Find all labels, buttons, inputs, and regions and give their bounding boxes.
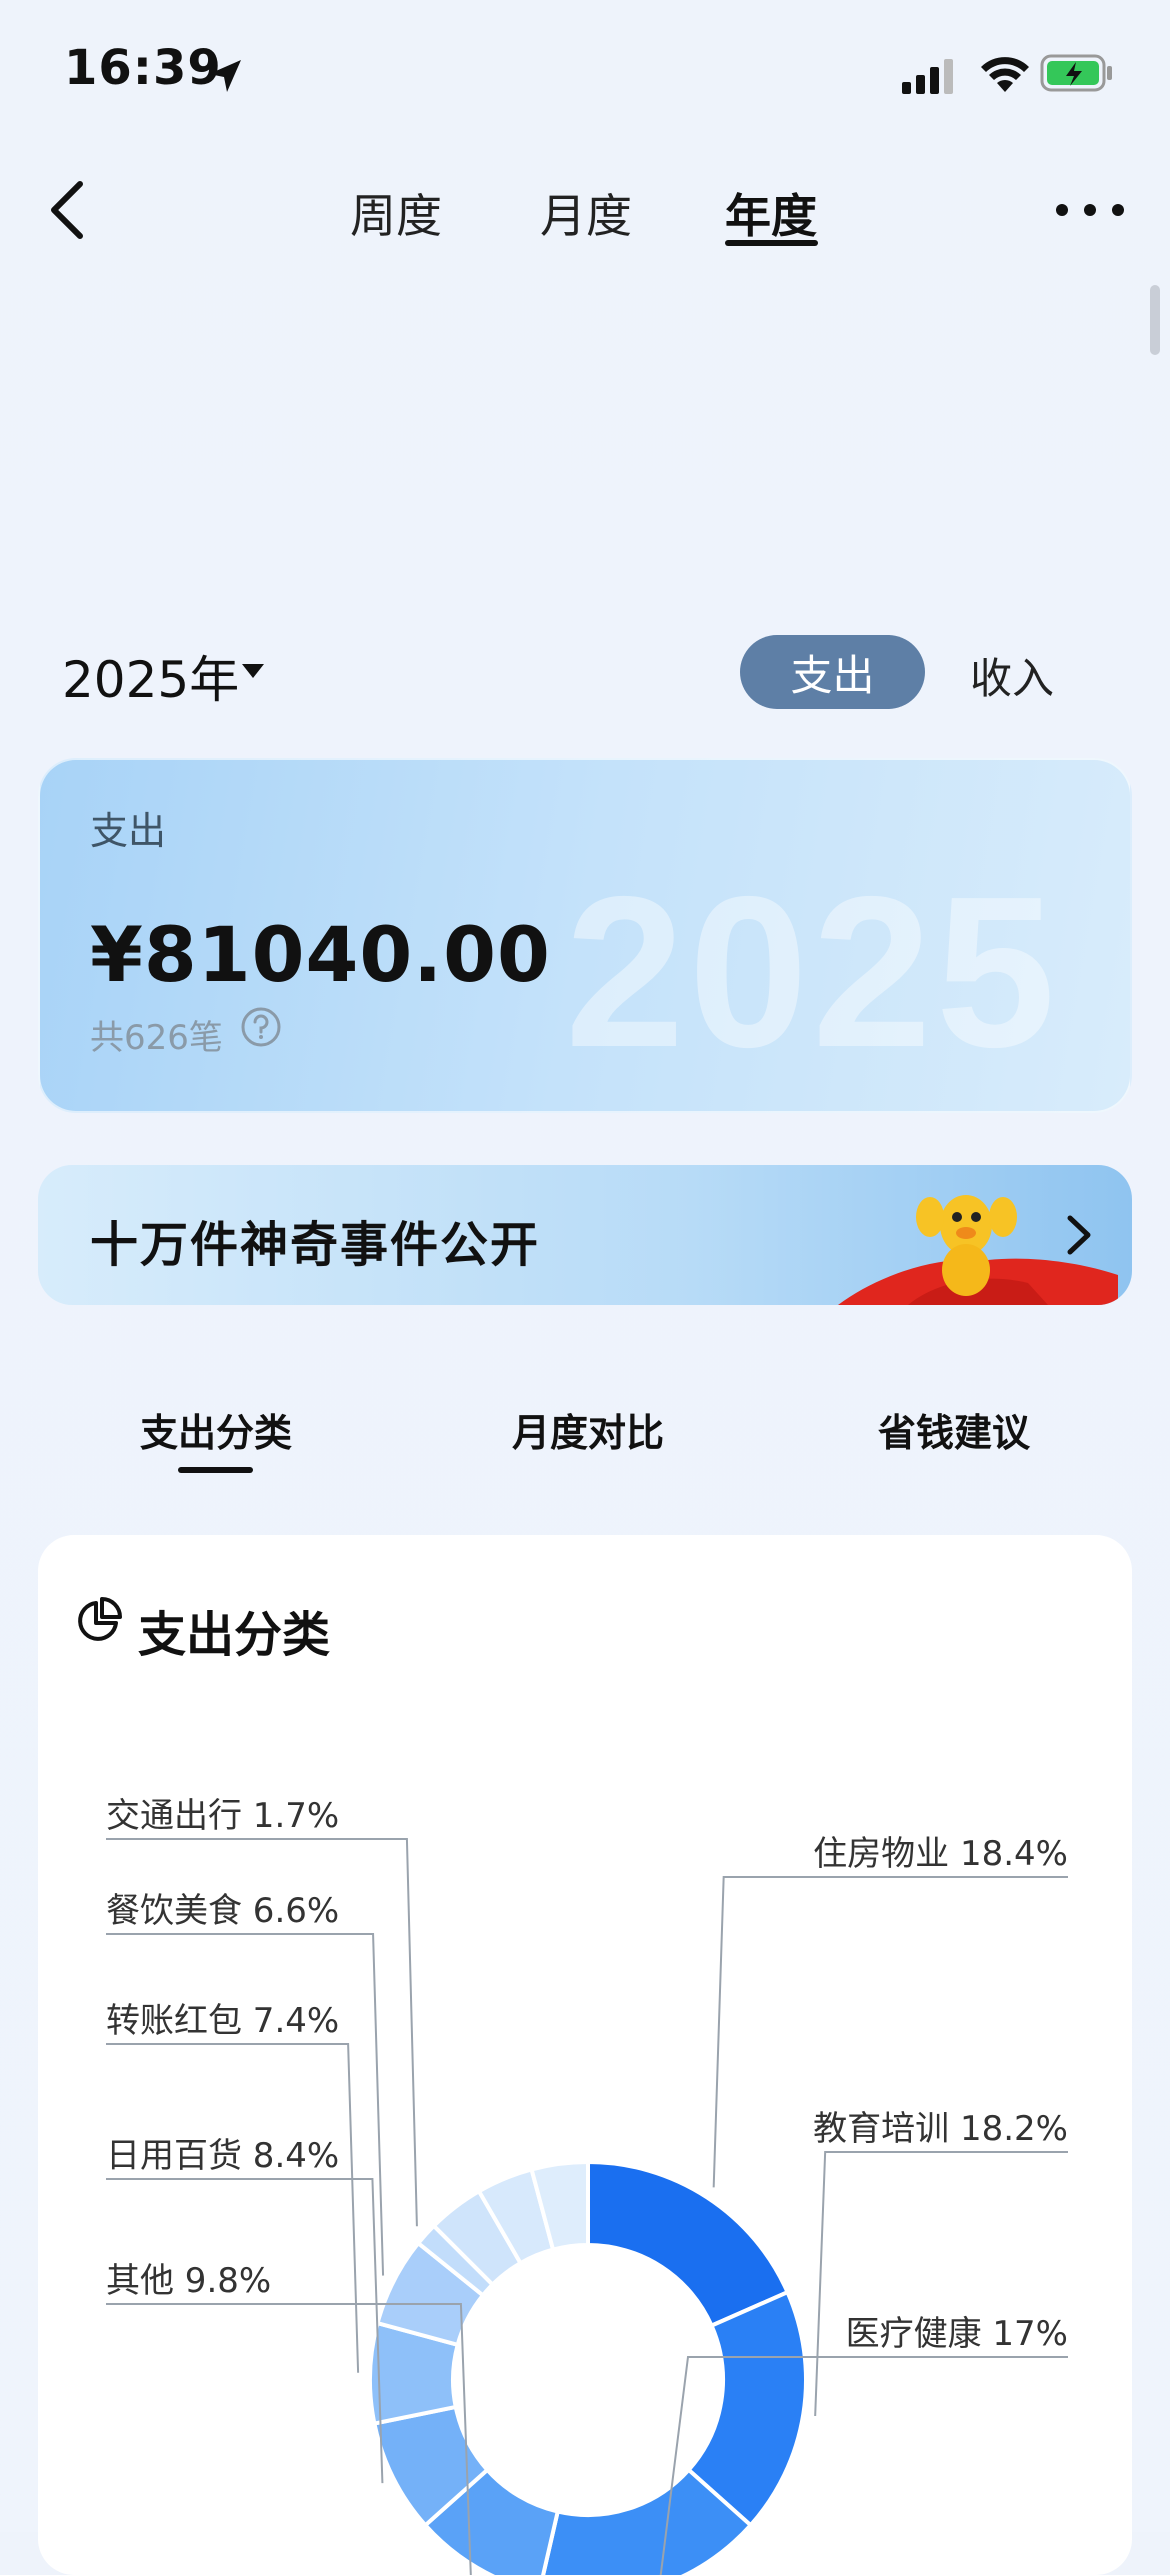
section-tab-indicator: [178, 1467, 253, 1473]
tab-saving-tips[interactable]: 省钱建议: [878, 1402, 1030, 1457]
back-button[interactable]: [40, 170, 100, 250]
expense-donut-chart: 住房物业 18.4% 教育培训 18.2% 医疗健康 17% 其他 9.8% 日用百货 …: [106, 1796, 1068, 2575]
location-arrow-icon: [209, 60, 241, 92]
transaction-count: 共626笔: [90, 1018, 223, 1058]
tab-year[interactable]: 年度: [725, 180, 817, 246]
card-background-year: 2025: [565, 851, 1060, 1092]
battery-charging-icon: [1040, 54, 1112, 92]
expense-summary-card: 2025 支出 ¥81040.00 共626笔: [38, 758, 1132, 1113]
chart-leader-line: [106, 2043, 360, 2373]
year-selector[interactable]: 2025年: [62, 640, 239, 712]
chart-data-label: 日用百货 8.4%: [106, 2136, 339, 2176]
chart-data-label: 交通出行 1.7%: [106, 1796, 339, 1836]
expense-toggle-button[interactable]: 支出: [740, 635, 925, 709]
chart-leader-line: [106, 2178, 384, 2484]
chart-data-label: 住房物业 18.4%: [813, 1834, 1068, 1874]
tab-expense-category[interactable]: 支出分类: [140, 1402, 292, 1457]
active-tab-indicator: [725, 240, 818, 246]
chart-data-label: 医疗健康 17%: [846, 2314, 1068, 2354]
promo-banner[interactable]: 十万件神奇事件公开: [38, 1165, 1132, 1305]
wifi-icon: [981, 57, 1029, 92]
scrollbar[interactable]: [1150, 285, 1160, 355]
more-options-button[interactable]: [1050, 190, 1130, 230]
help-icon[interactable]: [240, 1006, 282, 1048]
summary-label: 支出: [90, 809, 167, 853]
chart-leader-line: [106, 1933, 385, 2276]
total-expense-amount: ¥81040.00: [90, 910, 551, 999]
chart-data-label: 餐饮美食 6.6%: [106, 1891, 339, 1931]
income-toggle-button[interactable]: 收入: [970, 645, 1054, 706]
tab-week[interactable]: 周度: [350, 180, 442, 246]
tab-month[interactable]: 月度: [540, 180, 632, 246]
cellular-signal-icon: [902, 59, 953, 94]
status-time: 16:39: [64, 40, 222, 96]
donut-slice[interactable]: [586, 2159, 791, 2329]
chart-data-label: 教育培训 18.2%: [813, 2109, 1068, 2149]
expense-category-card: 支出分类 住房物业 18.4% 教育培训 18.2% 医疗健康 17% 其他 9.8%…: [38, 1535, 1132, 2575]
banner-title: 十万件神奇事件公开: [90, 1217, 541, 1273]
chevron-right-icon: [1067, 1215, 1091, 1255]
tab-monthly-comparison[interactable]: 月度对比: [512, 1402, 664, 1457]
chart-data-label: 转账红包 7.4%: [106, 2001, 339, 2041]
chart-leader-line: [814, 2151, 1068, 2417]
chart-data-label: 其他 9.8%: [106, 2261, 271, 2301]
dropdown-caret-icon[interactable]: [240, 662, 266, 680]
